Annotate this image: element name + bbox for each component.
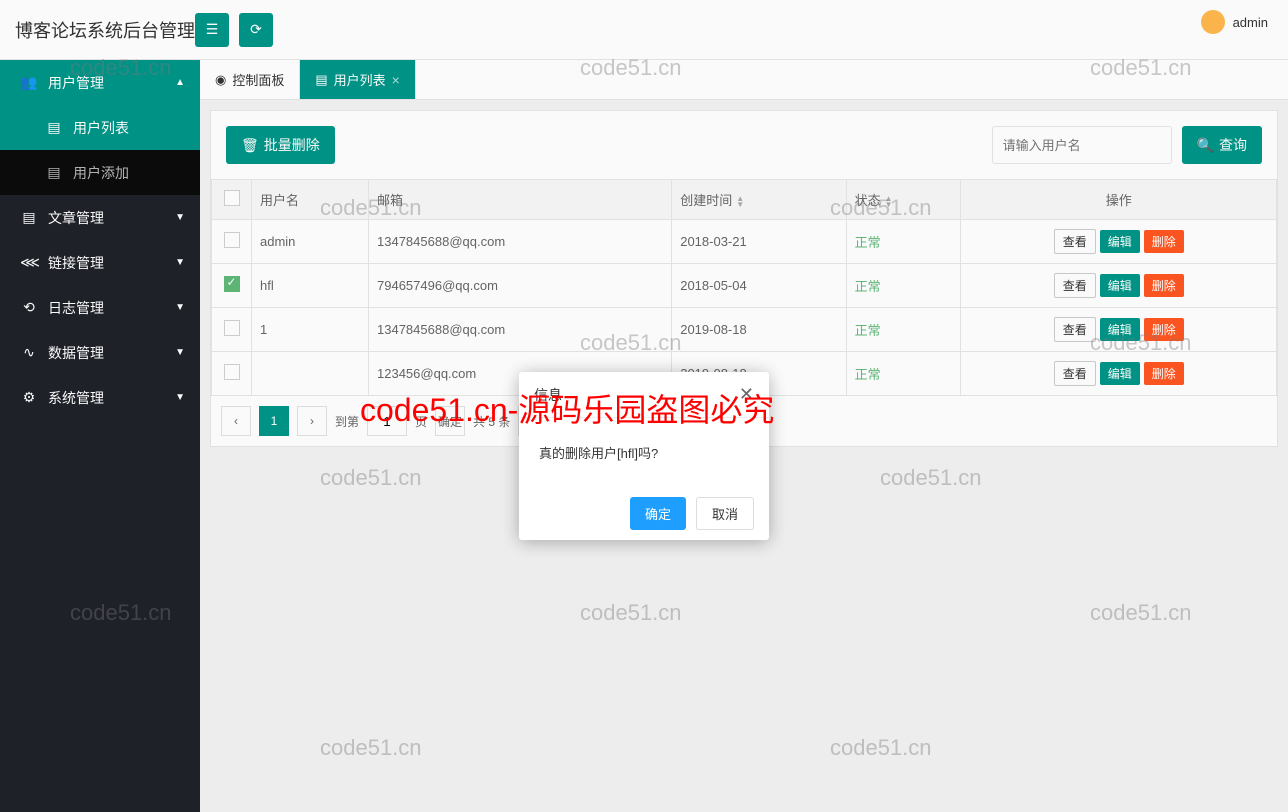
dialog-message: 真的删除用户[hfl]吗?: [519, 418, 769, 487]
dialog-title: 信息: [534, 385, 562, 405]
close-icon[interactable]: ✕: [739, 384, 754, 405]
cancel-button[interactable]: 取消: [696, 497, 754, 530]
confirm-dialog: 信息 ✕ 真的删除用户[hfl]吗? 确定 取消: [519, 372, 769, 540]
ok-button[interactable]: 确定: [630, 497, 686, 530]
